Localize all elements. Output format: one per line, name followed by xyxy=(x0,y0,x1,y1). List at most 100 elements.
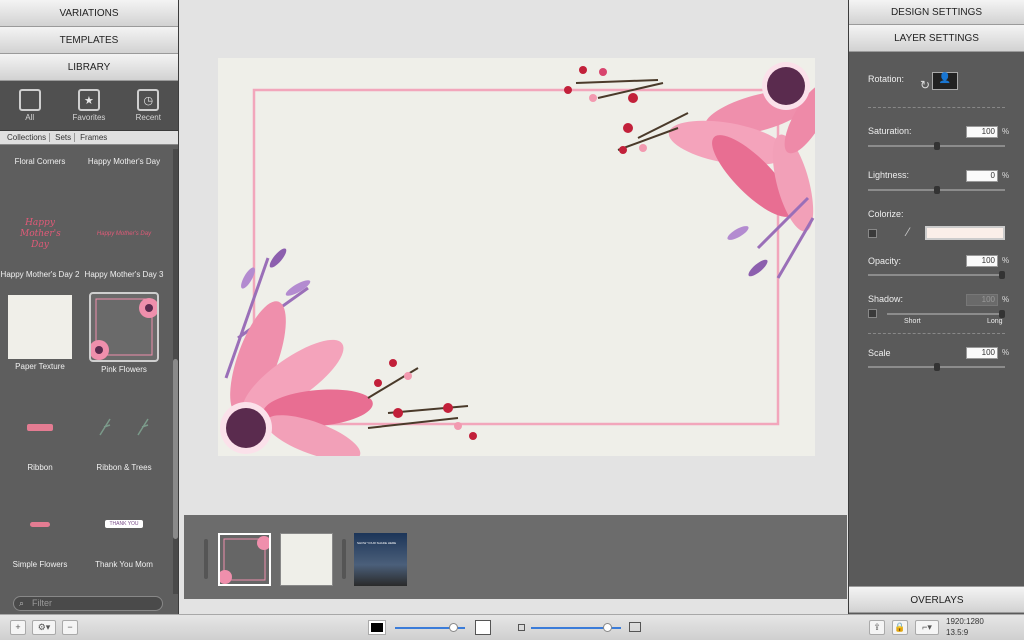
pct-label: % xyxy=(1002,127,1010,136)
item-thumbnail: THANK YOU xyxy=(91,491,157,557)
pct-label: % xyxy=(1002,348,1010,357)
square-icon xyxy=(18,89,41,111)
remove-icon[interactable]: − xyxy=(62,620,78,635)
slider-knob[interactable] xyxy=(999,310,1005,318)
item-thumbnail: Happy Mother's Day xyxy=(91,201,157,267)
slider-knob[interactable] xyxy=(449,623,458,632)
filmstrip-divider xyxy=(204,539,208,579)
item-thumbnail xyxy=(89,292,159,362)
share-icon[interactable]: ⇪ xyxy=(869,620,885,635)
portrait-icon[interactable]: 👤 xyxy=(932,72,958,90)
filter-favorites-button[interactable]: ★ Favorites xyxy=(61,89,117,122)
item-thumbnail xyxy=(7,491,73,557)
variations-tab[interactable]: VARIATIONS xyxy=(0,0,178,27)
zoom-slider[interactable] xyxy=(395,623,465,632)
filter-input[interactable]: ⌕ Filter xyxy=(13,596,163,611)
filmstrip-thumb-active[interactable] xyxy=(218,533,271,586)
design-settings-tab[interactable]: DESIGN SETTINGS xyxy=(849,0,1024,25)
colorize-label: Colorize: xyxy=(868,209,904,219)
library-item[interactable]: Ribbon xyxy=(0,394,80,472)
thumb-size-slider[interactable] xyxy=(531,623,621,632)
layer-settings-tab[interactable]: LAYER SETTINGS xyxy=(849,25,1024,52)
saturation-field[interactable]: 100 xyxy=(966,126,998,138)
item-thumbnail xyxy=(91,394,157,460)
item-label: Floral Corners xyxy=(14,157,66,166)
scale-slider[interactable] xyxy=(868,363,1005,371)
design-canvas[interactable] xyxy=(218,58,832,461)
filter-all-button[interactable]: All xyxy=(2,89,58,122)
item-thumbnail xyxy=(8,295,72,359)
library-scrollbar[interactable] xyxy=(173,149,178,594)
breadcrumb-frames[interactable]: Frames xyxy=(75,133,110,142)
filter-all-label: All xyxy=(25,113,35,122)
item-label: Simple Flowers xyxy=(12,560,68,569)
small-thumb-icon[interactable] xyxy=(518,624,525,631)
lightness-field[interactable]: 0 xyxy=(966,170,998,182)
filmstrip-thumb[interactable] xyxy=(280,533,333,586)
breadcrumb-sets[interactable]: Sets xyxy=(50,133,76,142)
gear-icon[interactable]: ⚙▾ xyxy=(32,620,56,635)
rotate-icon[interactable]: ↻ xyxy=(920,78,930,92)
eyedropper-icon[interactable]: ⁄ xyxy=(907,225,909,239)
item-label: Pink Flowers xyxy=(101,365,147,374)
overlays-tab[interactable]: OVERLAYS xyxy=(849,586,1024,613)
shadow-field[interactable]: 100 xyxy=(966,294,998,306)
search-icon: ⌕ xyxy=(19,598,25,608)
breadcrumb-collections[interactable]: Collections xyxy=(2,133,51,142)
ratio-text: 13.5:9 xyxy=(946,628,969,637)
lock-icon[interactable]: 🔒 xyxy=(892,620,908,635)
library-item[interactable]: Ribbon & Trees xyxy=(84,394,164,472)
saturation-slider[interactable] xyxy=(868,142,1005,150)
star-icon: ★ xyxy=(77,89,100,111)
opacity-field[interactable]: 100 xyxy=(966,255,998,267)
small-canvas-icon[interactable] xyxy=(368,620,386,635)
library-item[interactable]: Simple Flowers xyxy=(0,491,80,569)
slider-knob[interactable] xyxy=(934,363,940,371)
slider-knob[interactable] xyxy=(603,623,612,632)
clock-icon: ◷ xyxy=(137,89,160,111)
opacity-label: Opacity: xyxy=(868,256,902,266)
large-canvas-icon[interactable] xyxy=(475,620,491,635)
shadow-checkbox[interactable] xyxy=(868,309,877,318)
pink-flowers-frame xyxy=(220,62,832,461)
add-icon[interactable]: + xyxy=(10,620,26,635)
shadow-long-label: Long xyxy=(987,318,1003,325)
divider xyxy=(868,333,1005,334)
filter-recent-button[interactable]: ◷ Recent xyxy=(120,89,176,122)
right-panel: DESIGN SETTINGS LAYER SETTINGS Rotation:… xyxy=(848,0,1024,614)
item-label: Paper Texture xyxy=(15,362,65,371)
library-item[interactable]: Pink Flowers xyxy=(84,292,164,374)
crop-icon[interactable]: ⌐▾ xyxy=(915,620,939,635)
saturation-label: Saturation: xyxy=(868,126,912,136)
library-item[interactable]: Happy Mother's Day Happy Mother's Day 3 xyxy=(84,201,164,279)
library-item[interactable]: Floral Corners xyxy=(0,157,80,166)
breadcrumb: Collections Sets Frames xyxy=(0,131,178,145)
filmstrip-thumb[interactable]: SHOW YOUR SHADE HERE xyxy=(354,533,407,586)
shadow-slider[interactable] xyxy=(887,310,1005,318)
thumb-preview xyxy=(218,536,271,584)
library-item[interactable]: THANK YOU Thank You Mom xyxy=(84,491,164,569)
templates-tab[interactable]: TEMPLATES xyxy=(0,27,178,54)
slider-knob[interactable] xyxy=(999,271,1005,279)
canvas-area: SHOW YOUR SHADE HERE xyxy=(180,0,847,614)
thumb-text: Happy Mother's Day xyxy=(96,231,152,237)
opacity-slider[interactable] xyxy=(868,271,1005,279)
library-item[interactable]: Happy Mother's Day Happy Mother's Day 2 xyxy=(0,201,80,280)
large-thumb-icon[interactable] xyxy=(629,622,641,632)
slider-knob[interactable] xyxy=(934,186,940,194)
colorize-checkbox[interactable] xyxy=(868,229,877,238)
filmstrip: SHOW YOUR SHADE HERE xyxy=(184,515,847,599)
library-item[interactable]: Happy Mother's Day xyxy=(84,157,164,166)
lightness-slider[interactable] xyxy=(868,186,1005,194)
scrollbar-thumb[interactable] xyxy=(173,359,178,539)
scale-field[interactable]: 100 xyxy=(966,347,998,359)
colorize-swatch[interactable] xyxy=(925,226,1005,240)
thumb-text: THANK YOU xyxy=(105,520,143,528)
library-tab[interactable]: LIBRARY xyxy=(0,54,178,81)
filter-favorites-label: Favorites xyxy=(72,113,106,122)
slider-knob[interactable] xyxy=(934,142,940,150)
item-label: Happy Mother's Day 2 xyxy=(0,270,80,279)
scale-label: Scale xyxy=(868,348,891,358)
library-item[interactable]: Paper Texture xyxy=(0,295,80,371)
left-panel: VARIATIONS TEMPLATES LIBRARY All ★ Favori… xyxy=(0,0,179,614)
